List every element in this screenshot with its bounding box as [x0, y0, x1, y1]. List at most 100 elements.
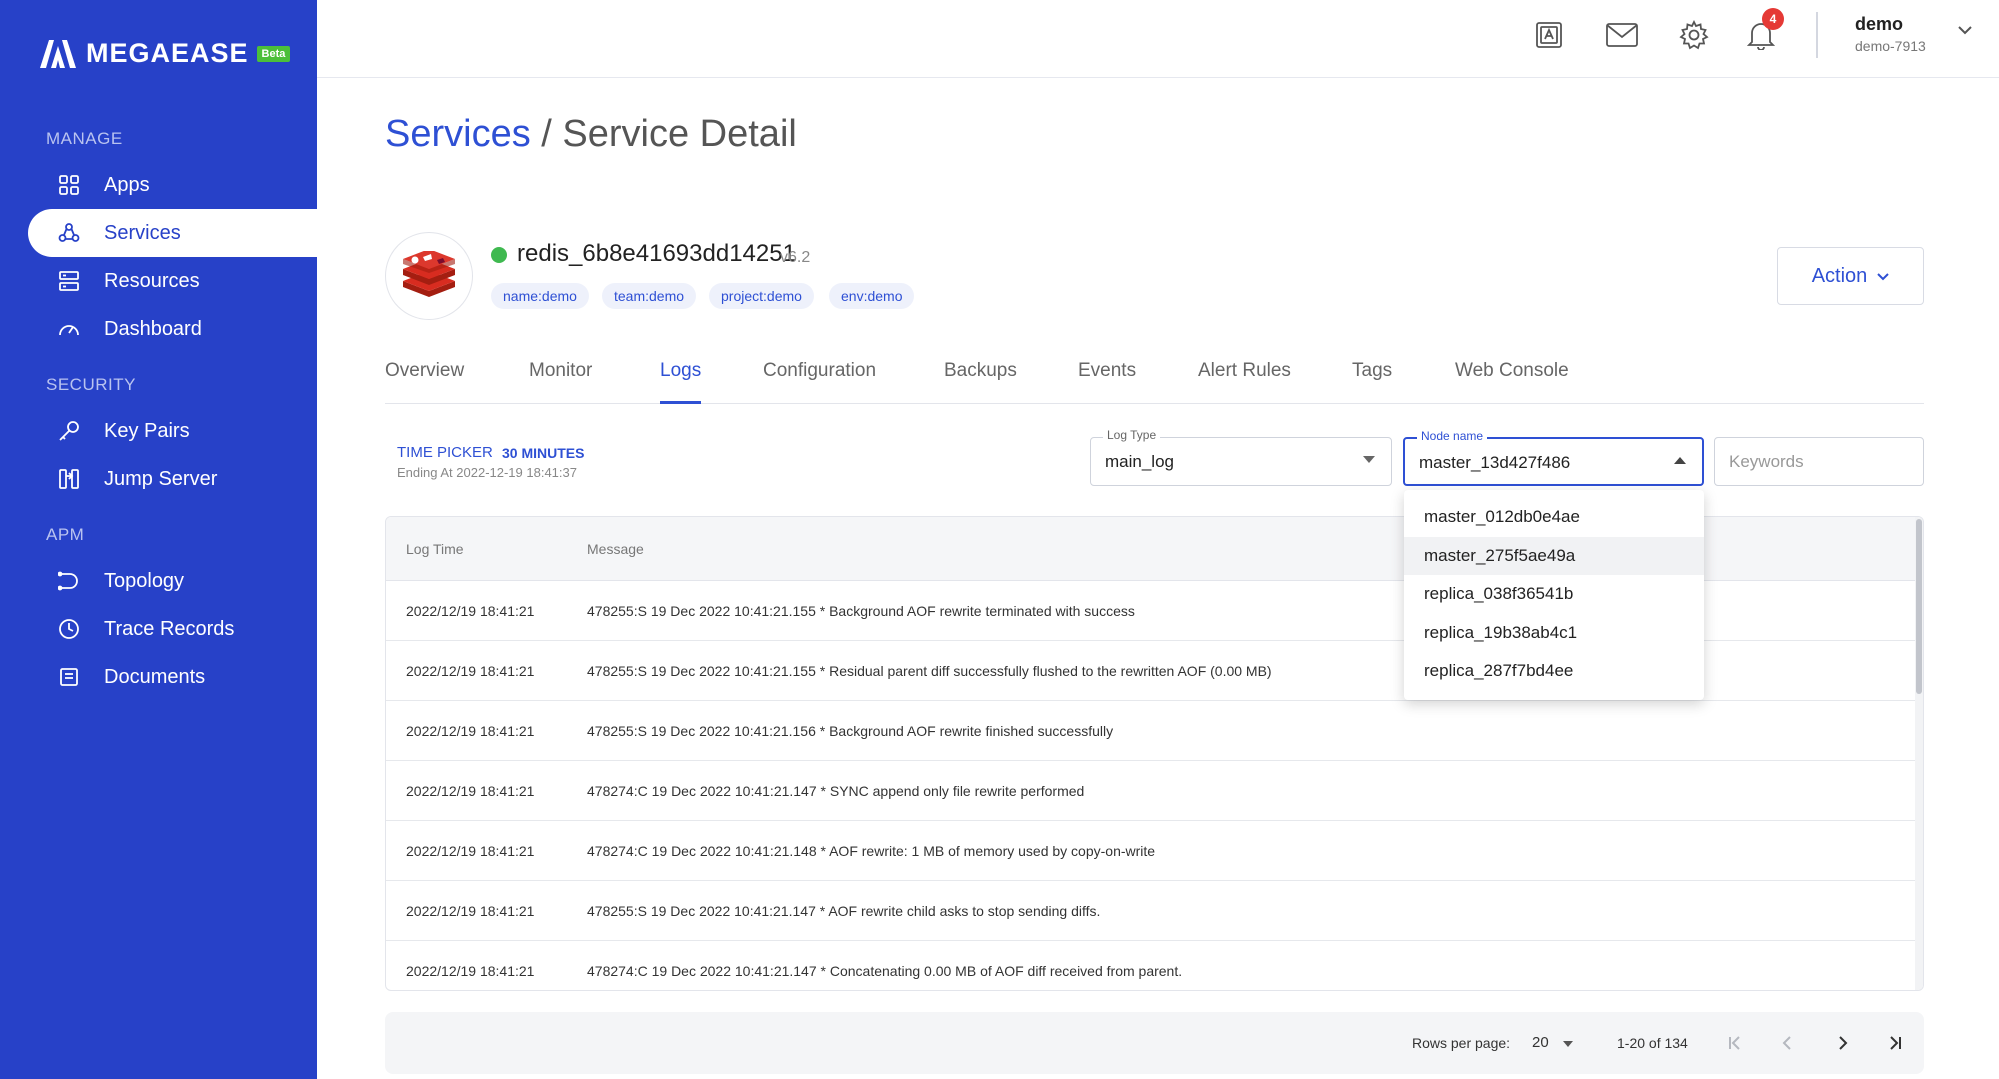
time-picker-label[interactable]: TIME PICKER	[397, 444, 493, 461]
tab-web-console[interactable]: Web Console	[1455, 360, 1569, 404]
sidebar-item-resources[interactable]: Resources	[28, 257, 317, 305]
table-row: 2022/12/19 18:41:21 478255:S 19 Dec 2022…	[386, 701, 1916, 761]
chevron-down-icon	[1877, 268, 1890, 284]
page-range: 1-20 of 134	[1617, 1035, 1688, 1051]
dropdown-option[interactable]: replica_287f7bd4ee	[1404, 652, 1704, 691]
log-type-select[interactable]: Log Type main_log	[1090, 428, 1392, 486]
next-page-icon[interactable]	[1827, 1028, 1857, 1058]
mail-icon[interactable]	[1605, 18, 1639, 52]
tab-backups[interactable]: Backups	[944, 360, 1017, 404]
section-title-manage: MANAGE	[46, 129, 123, 148]
sidebar-item-key-pairs[interactable]: Key Pairs	[28, 407, 317, 455]
dropdown-option[interactable]: master_275f5ae49a	[1404, 536, 1704, 575]
sidebar-item-label: Jump Server	[104, 467, 218, 490]
table-row: 2022/12/19 18:41:21 478274:C 19 Dec 2022…	[386, 761, 1916, 821]
section-title-apm: APM	[46, 525, 85, 544]
translate-icon[interactable]	[1532, 18, 1566, 52]
breadcrumb-current: Service Detail	[562, 113, 797, 155]
rows-per-page-select[interactable]: 20	[1532, 1034, 1549, 1051]
previous-page-icon[interactable]	[1773, 1028, 1803, 1058]
tag-chip: name:demo	[491, 283, 589, 309]
service-name: redis_6b8e41693dd14251	[517, 240, 796, 267]
sidebar-item-label: Services	[104, 221, 181, 244]
cell-message: 478274:C 19 Dec 2022 10:41:21.147 * Conc…	[587, 963, 1183, 979]
node-name-select[interactable]: Node name master_13d427f486	[1403, 429, 1704, 486]
chevron-down-icon[interactable]	[1958, 22, 1972, 40]
table-row: 2022/12/19 18:41:21 478274:C 19 Dec 2022…	[386, 941, 1916, 990]
tab-monitor[interactable]: Monitor	[529, 360, 592, 404]
node-name-value: master_13d427f486	[1419, 453, 1571, 472]
sidebar-item-apps[interactable]: Apps	[28, 161, 317, 209]
action-label: Action	[1811, 264, 1868, 287]
sidebar-item-trace-records[interactable]: Trace Records	[28, 605, 317, 653]
tab-tags[interactable]: Tags	[1352, 360, 1392, 404]
keywords-placeholder: Keywords	[1729, 452, 1804, 471]
table-scrollbar[interactable]	[1915, 517, 1923, 990]
breadcrumb-services[interactable]: Services	[385, 113, 531, 155]
sidebar-item-label: Key Pairs	[104, 419, 190, 442]
cell-log-time: 2022/12/19 18:41:21	[406, 663, 535, 679]
dropdown-option[interactable]: replica_19b38ab4c1	[1404, 614, 1704, 653]
sidebar-item-label: Resources	[104, 269, 200, 292]
action-button[interactable]: Action	[1777, 247, 1924, 305]
bell-icon[interactable]: 4	[1744, 8, 1784, 52]
first-page-icon[interactable]	[1720, 1028, 1750, 1058]
cell-log-time: 2022/12/19 18:41:21	[406, 963, 535, 979]
redis-logo-icon	[385, 232, 473, 320]
section-title-security: SECURITY	[46, 375, 136, 394]
document-icon	[58, 666, 80, 688]
dropdown-option[interactable]: replica_038f36541b	[1404, 575, 1704, 614]
server-icon	[58, 270, 80, 292]
cell-message: 478255:S 19 Dec 2022 10:41:21.156 * Back…	[587, 723, 1114, 739]
notification-badge: 4	[1762, 8, 1784, 30]
sidebar-item-dashboard[interactable]: Dashboard	[28, 305, 317, 353]
user-name[interactable]: demo	[1855, 14, 1903, 35]
keywords-input[interactable]: Keywords	[1714, 437, 1924, 486]
column-message[interactable]: Message	[587, 541, 644, 557]
topology-icon	[58, 570, 80, 592]
tab-logs[interactable]: Logs	[660, 360, 702, 404]
gear-icon[interactable]	[1677, 18, 1711, 52]
rows-per-page-label: Rows per page:	[1412, 1035, 1511, 1051]
dropdown-option[interactable]: master_012db0e4ae	[1404, 498, 1704, 537]
cell-log-time: 2022/12/19 18:41:21	[406, 603, 535, 619]
status-indicator	[491, 247, 507, 263]
jump-server-icon	[58, 468, 80, 490]
sidebar-item-label: Trace Records	[104, 617, 235, 640]
page-title: Services / Service Detail	[385, 113, 797, 156]
sidebar-item-documents[interactable]: Documents	[28, 653, 317, 701]
tag-chip: team:demo	[602, 283, 697, 309]
last-page-icon[interactable]	[1880, 1028, 1910, 1058]
beta-badge: Beta	[256, 45, 291, 62]
caret-down-icon[interactable]	[1563, 1041, 1573, 1047]
tab-events[interactable]: Events	[1078, 360, 1136, 404]
tag-chip: project:demo	[709, 283, 814, 309]
user-id: demo-7913	[1855, 38, 1926, 54]
grid-icon	[58, 174, 80, 196]
sidebar-item-label: Documents	[104, 665, 206, 688]
services-icon	[58, 222, 80, 244]
log-type-value: main_log	[1105, 452, 1174, 471]
tab-bar: Overview Monitor Logs Configuration Back…	[385, 360, 1924, 404]
tab-overview[interactable]: Overview	[385, 360, 464, 404]
brand-logo[interactable]: MEGAEASE Beta	[40, 38, 291, 69]
node-name-dropdown: master_012db0e4ae master_275f5ae49a repl…	[1404, 490, 1704, 700]
sidebar-item-services[interactable]: Services	[28, 209, 317, 257]
key-icon	[58, 420, 80, 442]
brand-name: MEGAEASE	[86, 38, 249, 68]
node-name-label: Node name	[1417, 429, 1488, 443]
clock-icon	[58, 618, 80, 640]
cell-log-time: 2022/12/19 18:41:21	[406, 843, 535, 859]
table-row: 2022/12/19 18:41:21 478274:C 19 Dec 2022…	[386, 821, 1916, 881]
column-log-time[interactable]: Log Time	[406, 541, 464, 557]
breadcrumb-separator: /	[530, 113, 563, 155]
caret-up-icon	[1674, 457, 1686, 464]
sidebar-item-topology[interactable]: Topology	[28, 557, 317, 605]
time-picker-value[interactable]: 30 MINUTES	[502, 445, 584, 461]
sidebar-item-jump-server[interactable]: Jump Server	[28, 455, 317, 503]
sidebar-item-label: Topology	[104, 569, 185, 592]
tab-configuration[interactable]: Configuration	[763, 360, 876, 404]
scrollbar-thumb[interactable]	[1916, 519, 1922, 694]
cell-log-time: 2022/12/19 18:41:21	[406, 723, 535, 739]
tab-alert-rules[interactable]: Alert Rules	[1198, 360, 1291, 404]
